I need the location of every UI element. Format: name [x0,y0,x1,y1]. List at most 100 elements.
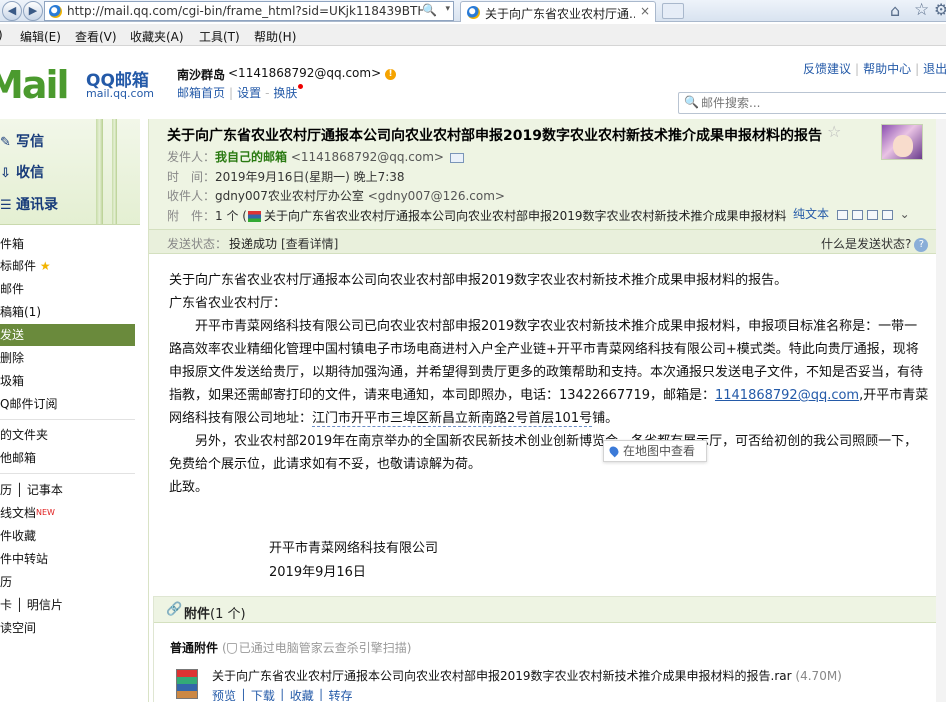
divider [0,419,135,420]
sidebar-actions: ✎ 写信 ⇩ 收信 ☰ 通讯录 [0,119,140,225]
plain-text-button[interactable]: 纯文本 [793,207,829,221]
settings-link[interactable]: 设置 [237,86,261,100]
menu-item-favorites[interactable]: 收藏夹(A) [130,28,184,45]
inbox-down-icon: ⇩ [0,166,11,181]
signature-date: 2019年9月16日 [269,565,366,580]
recipient-name[interactable]: gdny007农业农村厅办公室 [215,189,364,203]
folder-icon[interactable] [866,209,878,220]
sidebar-item-cards[interactable]: 卡 │ 明信片 [0,594,135,616]
menu-item-tools[interactable]: 工具(T) [199,28,240,45]
email-link[interactable]: 1141868792@qq.com [715,388,859,403]
rar-file-icon[interactable] [176,669,198,699]
star-icon[interactable]: ☆ [827,122,841,141]
menu-item-view[interactable]: 查看(V) [75,28,117,45]
browser-tab[interactable]: 关于向广东省农业农村厅通... × [460,1,656,22]
map-pin-icon [607,444,621,458]
logo[interactable]: Mail [0,63,70,107]
sidebar-item-other-mailbox[interactable]: 他邮箱 [0,447,135,469]
skin-link[interactable]: 换肤 [273,86,297,100]
attachment-actions[interactable]: 预览 │ 下载 │ 收藏 │ 转存 [212,687,353,701]
sidebar-item-my-folders[interactable]: 的文件夹 [0,424,135,446]
sidebar-item-drafts[interactable]: 稿箱(1) [0,301,135,323]
menu-item-file[interactable]: ) [0,28,3,42]
warning-icon[interactable]: ! [385,69,396,80]
search-icon[interactable]: 🔍 [422,3,437,17]
attachment-title: 附件 [184,607,211,622]
scrollbar[interactable] [936,119,946,702]
map-tooltip[interactable]: 在地图中查看 [603,440,707,462]
attachment-file-name[interactable]: 关于向广东省农业农村厅通报本公司向农业农村部申报2019数字农业农村新技术推介成… [212,667,842,684]
nav-buttons: ◀ ▶ [0,1,44,21]
sidebar: ✎ 写信 ⇩ 收信 ☰ 通讯录 件箱 标邮件 ★ 邮件 稿箱(1) 发送 删除 圾箱 … [0,119,140,702]
search-icon[interactable]: 🔍 [684,95,699,109]
recipient-email: <gdny007@126.com> [367,189,505,203]
sidebar-item-subscriptions[interactable]: Q邮件订阅 [0,393,135,415]
signature-company: 开平市青菜网络科技有限公司 [269,541,439,556]
print-icon[interactable] [881,209,893,220]
bamboo-decoration [96,119,103,224]
sidebar-item-calendar-notes[interactable]: 历 │ 记事本 [0,479,135,501]
avatar[interactable] [881,124,923,160]
new-tab-button[interactable] [662,3,684,19]
compose-button[interactable]: ✎ 写信 [0,131,44,151]
sender-row: 发件人：我自己的邮箱 <1141868792@qq.com> [167,148,464,165]
time-row: 时 间：2019年9月16日(星期一) 晚上7:38 [167,170,405,184]
help-center-link[interactable]: 帮助中心 [863,62,911,76]
attachment-link[interactable]: 关于向广东省农业农村厅通报本公司向农业农村部申报2019数字农业农村新技术推介成… [264,209,787,223]
sender-name[interactable]: 我自己的邮箱 [215,150,287,164]
home-icon[interactable]: ⌂ [890,1,900,20]
sidebar-item-file-transfer[interactable]: 件中转站 [0,548,135,570]
new-badge: NEW [36,508,55,517]
close-icon[interactable]: × [640,4,650,18]
user-email: <1141868792@qq.com> [228,66,382,80]
address-link[interactable]: 江门市开平市三埠区新昌立新南路2号首层101号 [312,411,593,427]
mail-view: 关于向广东省农业农村厅通报本公司向农业农村部申报2019数字农业农村新技术推介成… [148,119,946,702]
save-icon[interactable] [851,209,863,220]
status-detail-link[interactable]: [查看详情] [281,235,338,252]
sidebar-item-history[interactable]: 历 [0,571,135,593]
contacts-icon: ☰ [0,198,12,213]
menu-item-edit[interactable]: 编辑(E) [20,28,61,45]
file-size: (4.70M) [795,669,842,683]
header-links: 邮箱首页 | 设置 - 换肤 [177,84,304,101]
receive-button[interactable]: ⇩ 收信 [0,162,44,182]
mailbox-home-link[interactable]: 邮箱首页 [177,86,225,100]
sidebar-item-spam[interactable]: 圾箱 [0,370,135,392]
url-text[interactable]: http://mail.qq.com/cgi-bin/frame_html?si… [67,4,423,18]
bamboo-decoration [112,119,117,224]
site-favicon-icon [49,5,62,18]
sidebar-item-group-mail[interactable]: 邮件 [0,278,135,300]
sidebar-item-online-docs[interactable]: 线文档NEW [0,502,135,524]
pencil-icon: ✎ [0,135,11,150]
mail-header-bar: Mail QQ邮箱 mail.qq.com 南沙群岛 <1141868792@q… [0,47,946,119]
browser-toolbar: ◀ ▶ http://mail.qq.com/cgi-bin/frame_htm… [0,0,946,22]
logo-subtitle: mail.qq.com [86,87,155,100]
mail-search-box[interactable]: 🔍 [678,92,946,114]
chevron-down-icon[interactable]: ⌄ [900,207,910,221]
recipient-row: 收件人：gdny007农业农村厅办公室 <gdny007@126.com> [167,189,505,203]
shield-icon [226,643,237,654]
sidebar-item-reading-space[interactable]: 读空间 [0,617,135,639]
sidebar-item-sent[interactable]: 发送 [0,324,135,346]
sidebar-item-starred[interactable]: 标邮件 ★ [0,255,135,277]
contact-card-icon[interactable] [449,152,464,163]
attachment-header: 🔗 附件(1 个) [154,597,942,623]
menu-item-help[interactable]: 帮助(H) [254,28,296,45]
sidebar-item-favorites[interactable]: 件收藏 [0,525,135,547]
feedback-link[interactable]: 反馈建议 [803,62,851,76]
tab-title: 关于向广东省农业农村厅通... [485,7,635,21]
gear-icon[interactable]: ⚙ [934,0,946,19]
address-bar[interactable]: http://mail.qq.com/cgi-bin/frame_html?si… [44,1,454,21]
sidebar-item-deleted[interactable]: 删除 [0,347,135,369]
new-window-icon[interactable] [836,209,848,220]
sidebar-item-inbox[interactable]: 件箱 [0,233,135,255]
contacts-button[interactable]: ☰ 通讯录 [0,194,58,214]
chevron-down-icon[interactable]: ▾ [445,4,450,14]
favorites-star-icon[interactable]: ☆ [914,0,929,20]
back-icon[interactable]: ◀ [2,1,22,21]
status-help-link[interactable]: 什么是发送状态?? [821,235,929,252]
mail-search-input[interactable] [701,95,931,111]
forward-icon[interactable]: ▶ [23,1,43,21]
logout-link[interactable]: 退出 [923,62,946,76]
tab-favicon-icon [467,6,480,19]
